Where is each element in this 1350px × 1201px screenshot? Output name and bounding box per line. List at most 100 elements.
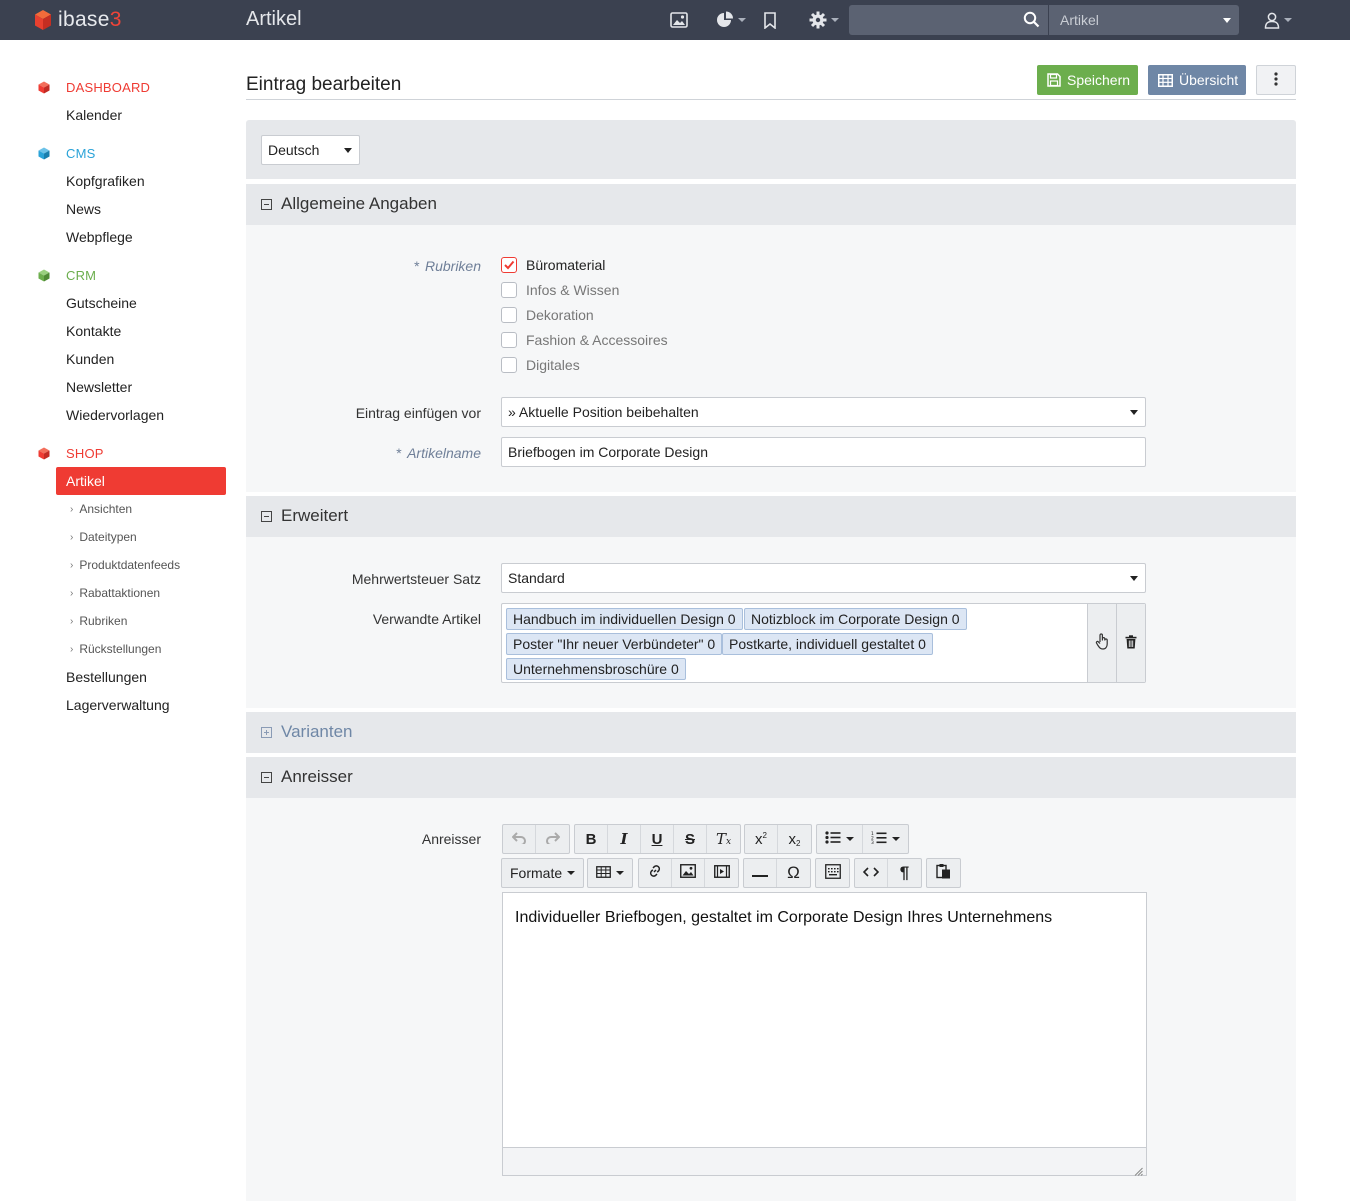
formats-dropdown[interactable]: Formate [502, 859, 583, 887]
sidebar-item-webpflege[interactable]: Webpflege [66, 229, 133, 245]
bookmark-icon[interactable] [763, 10, 777, 30]
sidebar-item-kalender[interactable]: Kalender [66, 107, 122, 123]
sidebar-subitem-ansichten[interactable]: › Ansichten [70, 502, 132, 516]
chevron-down-icon [344, 148, 352, 153]
checkbox[interactable] [501, 307, 517, 323]
checkbox[interactable] [501, 257, 517, 273]
gear-icon[interactable] [809, 10, 839, 30]
sidebar-section-shop[interactable]: SHOP [38, 446, 104, 461]
sidebar-item-kontakte[interactable]: Kontakte [66, 323, 121, 339]
delete-button[interactable] [1116, 604, 1145, 682]
template-button[interactable] [816, 859, 849, 887]
numbered-list-button[interactable]: 123 [863, 825, 908, 853]
sidebar-item-kunden[interactable]: Kunden [66, 351, 114, 367]
checkbox[interactable] [501, 357, 517, 373]
teaser-editor[interactable]: Individueller Briefbogen, gestaltet im C… [502, 892, 1147, 1176]
related-articles-field[interactable]: Handbuch im individuellen Design 0 Notiz… [501, 603, 1146, 683]
search-scope-label: Artikel [1060, 12, 1099, 28]
related-tag[interactable]: Notizblock im Corporate Design 0 [744, 608, 967, 630]
related-tag[interactable]: Unternehmensbroschüre 0 [506, 658, 686, 680]
section-header-allgemein[interactable]: Allgemeine Angaben [246, 184, 1296, 225]
link-button[interactable] [639, 859, 672, 887]
user-icon[interactable] [1264, 10, 1292, 30]
related-tag[interactable]: Handbuch im individuellen Design 0 [506, 608, 743, 630]
horizontal-line-icon [752, 865, 768, 882]
horizontal-rule-button[interactable] [744, 859, 777, 887]
strikethrough-button[interactable]: S [674, 825, 707, 853]
pick-button[interactable] [1087, 604, 1116, 682]
sidebar-subitem-rubriken[interactable]: › Rubriken [70, 614, 127, 628]
section-header-anreisser[interactable]: Anreisser [246, 757, 1296, 798]
omega-icon: Ω [787, 863, 800, 882]
show-blocks-button[interactable]: ¶ [888, 859, 921, 887]
undo-button[interactable] [503, 825, 536, 853]
sidebar-item-gutscheine[interactable]: Gutscheine [66, 295, 137, 311]
checkbox-dekoration[interactable]: Dekoration [501, 307, 594, 323]
subscript-button[interactable]: x2 [778, 825, 811, 853]
sidebar-item-newsletter[interactable]: Newsletter [66, 379, 132, 395]
search-input[interactable] [849, 5, 1048, 35]
search-bar: Artikel [849, 5, 1239, 35]
search-icon[interactable] [1023, 11, 1040, 31]
insert-image-button[interactable] [672, 859, 705, 887]
related-label: Verwandte Artikel [372, 611, 481, 627]
table-button[interactable] [588, 859, 632, 887]
checkbox[interactable] [501, 282, 517, 298]
sidebar-subitem-produktdatenfeeds[interactable]: › Produktdatenfeeds [70, 558, 180, 572]
checkbox-infos-wissen[interactable]: Infos & Wissen [501, 282, 619, 298]
bold-button[interactable]: B [575, 825, 608, 853]
sidebar-section-cms[interactable]: CMS [38, 146, 96, 161]
save-button[interactable]: Speichern [1037, 65, 1138, 95]
sidebar-item-bestellungen[interactable]: Bestellungen [66, 669, 147, 685]
position-select[interactable]: » Aktuelle Position beibehalten [501, 397, 1146, 427]
sidebar-item-wiedervorlagen[interactable]: Wiedervorlagen [66, 407, 164, 423]
collapse-icon[interactable] [261, 772, 272, 783]
underline-button[interactable]: U [641, 825, 674, 853]
sidebar-subitem-dateitypen[interactable]: › Dateitypen [70, 530, 137, 544]
section-title: Allgemeine Angaben [281, 194, 437, 213]
search-scope-select[interactable]: Artikel [1048, 5, 1239, 35]
italic-button[interactable]: I [608, 825, 641, 853]
teaser-editor-content[interactable]: Individueller Briefbogen, gestaltet im C… [515, 909, 1052, 927]
bold-icon: B [585, 830, 597, 848]
overview-button[interactable]: Übersicht [1148, 65, 1246, 95]
expand-icon[interactable] [261, 727, 272, 738]
clear-format-button[interactable]: Tx [707, 825, 740, 853]
language-select[interactable]: Deutsch [261, 135, 360, 165]
logo[interactable]: ibase3 [34, 8, 122, 32]
cube-icon [38, 269, 50, 282]
superscript-button[interactable]: x2 [745, 825, 778, 853]
redo-button[interactable] [536, 825, 569, 853]
section-header-erweitert[interactable]: Erweitert [246, 496, 1296, 537]
checkbox[interactable] [501, 332, 517, 348]
related-tag[interactable]: Postkarte, individuell gestaltet 0 [722, 633, 933, 655]
artikelname-input[interactable]: Briefbogen im Corporate Design [501, 437, 1146, 467]
checkbox-digitales[interactable]: Digitales [501, 357, 580, 373]
section-header-varianten[interactable]: Varianten [246, 712, 1296, 753]
sidebar-item-lagerverwaltung[interactable]: Lagerverwaltung [66, 697, 170, 713]
source-code-button[interactable] [855, 859, 888, 887]
sidebar-subitem-rabattaktionen[interactable]: › Rabattaktionen [70, 586, 160, 600]
pie-chart-icon[interactable] [716, 10, 746, 30]
logo-text: ibase [58, 8, 110, 31]
bullet-list-button[interactable] [817, 825, 863, 853]
sidebar-item-kopfgrafiken[interactable]: Kopfgrafiken [66, 173, 145, 189]
collapse-icon[interactable] [261, 511, 272, 522]
checkbox-bueromaterial[interactable]: Büromaterial [501, 257, 605, 273]
related-tag[interactable]: Poster "Ihr neuer Verbündeter" 0 [506, 633, 723, 655]
checkbox-fashion-accessoires[interactable]: Fashion & Accessoires [501, 332, 668, 348]
sidebar-item-artikel[interactable]: Artikel [56, 467, 226, 495]
paste-button[interactable] [927, 859, 960, 887]
sidebar-section-dashboard[interactable]: DASHBOARD [38, 80, 150, 95]
resize-handle-icon[interactable] [1134, 1163, 1143, 1176]
collapse-icon[interactable] [261, 199, 272, 210]
sidebar-subitem-rueckstellungen[interactable]: › Rückstellungen [70, 642, 161, 656]
sidebar-item-news[interactable]: News [66, 201, 101, 217]
image-icon[interactable] [670, 10, 688, 30]
more-options-button[interactable] [1256, 65, 1296, 95]
vat-select[interactable]: Standard [501, 563, 1146, 593]
special-char-button[interactable]: Ω [777, 859, 810, 887]
insert-media-button[interactable] [705, 859, 738, 887]
sidebar-section-label: DASHBOARD [66, 80, 151, 95]
sidebar-section-crm[interactable]: CRM [38, 268, 96, 283]
